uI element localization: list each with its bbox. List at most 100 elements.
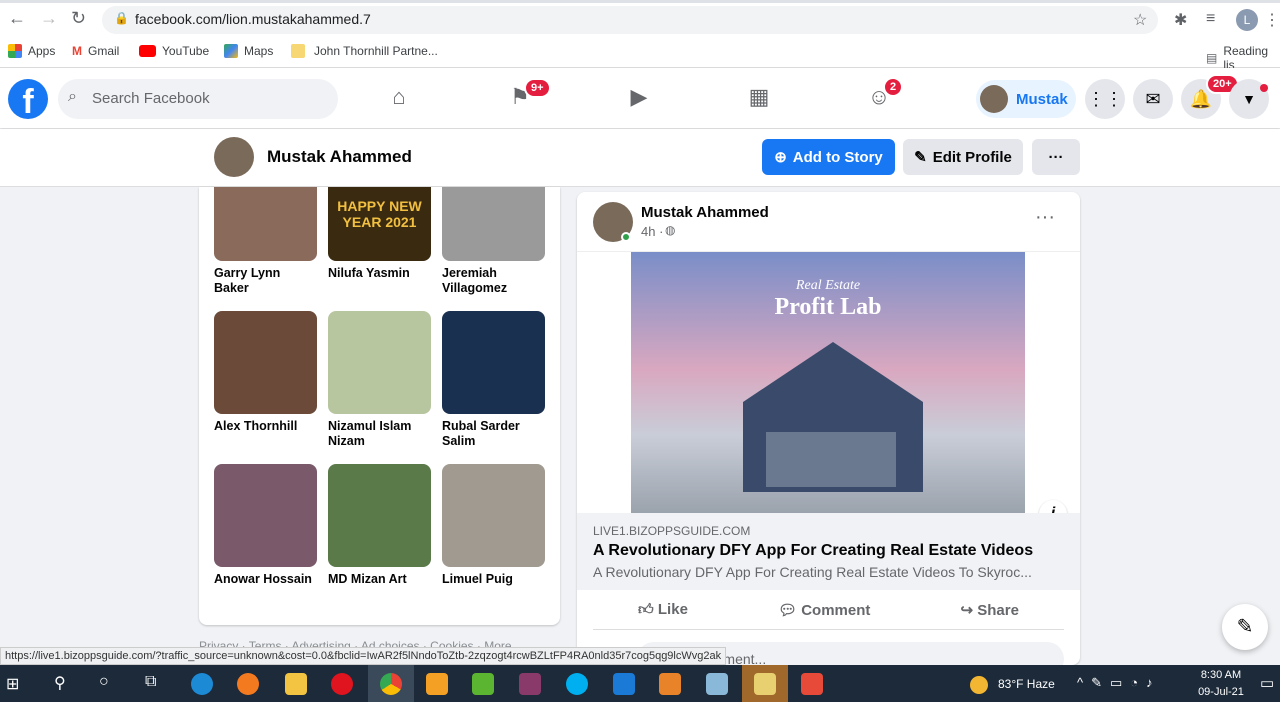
globe-icon: ◍ [665, 223, 676, 237]
friend-tile[interactable]: Anowar Hossain [214, 464, 317, 587]
edit-profile-button[interactable]: ✎ Edit Profile [903, 139, 1023, 175]
add-to-story-button[interactable]: ⊕ Add to Story [762, 139, 895, 175]
friend-name[interactable]: Nilufa Yasmin [328, 266, 431, 281]
url-text: facebook.com/lion.mustakahammed.7 [135, 11, 371, 27]
bookmark-folder[interactable]: John Thornhill Partne... [291, 44, 438, 58]
system-tray-icons[interactable]: ^✎▭◔♪ [1077, 675, 1161, 691]
extensions-icon[interactable]: ✱ [1174, 10, 1187, 30]
search-input[interactable]: ⌕ Search Facebook [58, 79, 338, 119]
task-view-icon[interactable]: ⧉ [145, 673, 156, 691]
like-button[interactable]: 👍︎ Like [638, 601, 688, 619]
windows-start-icon[interactable]: ⊞ [6, 674, 19, 694]
player-icon[interactable] [659, 673, 681, 695]
status-bar-url: https://live1.bizoppsguide.com/?traffic_… [0, 647, 727, 665]
friend-name[interactable]: Rubal Sarder Salim [442, 419, 545, 449]
link-image[interactable]: Real Estate Profit Lab [631, 252, 1025, 514]
sublime-icon[interactable] [426, 673, 448, 695]
youtube-icon [139, 45, 156, 57]
forward-icon[interactable]: → [40, 8, 58, 29]
home-icon[interactable]: ⌂ [384, 84, 414, 110]
search-icon[interactable]: ⚲ [54, 673, 66, 693]
friend-name[interactable]: Garry Lynn Baker [214, 266, 317, 296]
friend-name[interactable]: Limuel Puig [442, 572, 545, 587]
bookmark-gmail[interactable]: M Gmail [72, 44, 119, 58]
friend-tile[interactable]: Limuel Puig [442, 464, 545, 587]
friend-tile[interactable]: Nizamul Islam Nizam [328, 311, 431, 449]
friend-name[interactable]: Jeremiah Villagomez [442, 266, 545, 296]
file-explorer-icon[interactable] [285, 673, 307, 695]
menu-grid-icon[interactable]: ⋮⋮ [1085, 79, 1125, 119]
watch-icon[interactable]: ▶ [624, 84, 654, 110]
pencil-icon: ✎ [914, 149, 927, 166]
button-label: Add to Story [792, 148, 883, 166]
menu-icon[interactable]: ⋮ [1264, 10, 1280, 30]
camtasia-recorder-icon[interactable] [801, 673, 823, 695]
skype-icon[interactable] [566, 673, 588, 695]
bookmark-star-icon[interactable]: ☆ [1133, 10, 1147, 30]
friend-photo[interactable] [328, 464, 431, 567]
bookmark-label: Gmail [88, 44, 120, 58]
camtasia-icon[interactable] [472, 673, 494, 695]
opera-icon[interactable] [331, 673, 353, 695]
app-icon[interactable] [706, 673, 728, 695]
apps-icon [8, 44, 22, 58]
friend-photo[interactable] [328, 311, 431, 414]
profile-shortcut[interactable]: Mustak [976, 80, 1076, 118]
plus-circle-icon: ⊕ [774, 149, 787, 166]
friend-name[interactable]: MD Mizan Art [328, 572, 431, 587]
address-bar[interactable]: 🔒 facebook.com/lion.mustakahammed.7 [102, 6, 1158, 34]
share-button[interactable]: ↪ Share [960, 601, 1018, 619]
reading-list-icon: ▤ [1206, 51, 1218, 65]
friend-photo[interactable] [442, 311, 545, 414]
friend-tile[interactable]: Alex Thornhill [214, 311, 317, 434]
avatar [980, 85, 1008, 113]
friend-name[interactable]: Anowar Hossain [214, 572, 317, 587]
friend-tile[interactable]: MD Mizan Art [328, 464, 431, 587]
lock-icon: 🔒 [114, 11, 129, 25]
weather-text[interactable]: 83°F Haze [998, 677, 1055, 691]
firefox-icon[interactable] [237, 673, 259, 695]
messenger-icon[interactable]: ✉ [1133, 79, 1173, 119]
bookmark-maps[interactable]: Maps [224, 44, 273, 58]
chrome-icon[interactable] [380, 673, 402, 695]
friend-photo[interactable] [214, 311, 317, 414]
facebook-logo[interactable]: f [8, 79, 48, 121]
bookmark-label: YouTube [162, 44, 210, 58]
gmail-icon: M [72, 44, 82, 58]
new-message-icon[interactable]: ✎ [1222, 604, 1268, 650]
more-button[interactable]: ··· [1032, 139, 1080, 175]
friend-name[interactable]: Nizamul Islam Nizam [328, 419, 431, 449]
edge-icon[interactable] [191, 673, 213, 695]
friend-photo[interactable] [214, 464, 317, 567]
clock-time[interactable]: 8:30 AM [1196, 669, 1246, 681]
folder-icon [291, 44, 305, 58]
clock-date[interactable]: 09-Jul-21 [1196, 686, 1246, 698]
image-title-small: Real Estate [795, 278, 861, 293]
profile-avatar[interactable]: L [1236, 9, 1258, 31]
tab-strip [0, 0, 1280, 3]
reload-icon[interactable]: ↻ [71, 8, 86, 29]
post-options-icon[interactable]: ··· [1035, 206, 1055, 229]
comment-button[interactable]: 💬︎ Comment [778, 601, 870, 619]
bookmark-youtube[interactable]: YouTube [139, 44, 209, 58]
friend-tile[interactable]: Rubal Sarder Salim [442, 311, 545, 449]
winrar-icon[interactable] [519, 673, 541, 695]
media-icon[interactable]: ≡ [1206, 10, 1215, 28]
link-description: A Revolutionary DFY App For Creating Rea… [593, 564, 1032, 580]
media-app-icon[interactable] [613, 673, 635, 695]
friend-photo[interactable] [442, 464, 545, 567]
link-preview[interactable]: LIVE1.BIZOPPSGUIDE.COM A Revolutionary D… [577, 513, 1080, 590]
post-author[interactable]: Mustak Ahammed [641, 204, 769, 221]
groups-badge: 2 [883, 77, 904, 97]
document-app-icon[interactable] [754, 673, 776, 695]
friend-name[interactable]: Alex Thornhill [214, 419, 317, 434]
link-image-frame[interactable]: Real Estate Profit Lab i [577, 251, 1080, 528]
post-time[interactable]: 4h · [641, 224, 663, 239]
bookmark-apps[interactable]: Apps [8, 44, 55, 58]
back-icon[interactable]: ← [8, 8, 26, 29]
action-center-icon[interactable]: ▭ [1260, 674, 1274, 692]
marketplace-icon[interactable]: ▦ [744, 84, 774, 110]
link-domain: LIVE1.BIZOPPSGUIDE.COM [593, 524, 751, 538]
cortana-icon[interactable]: ○ [99, 673, 109, 691]
profile-avatar[interactable] [214, 137, 254, 177]
